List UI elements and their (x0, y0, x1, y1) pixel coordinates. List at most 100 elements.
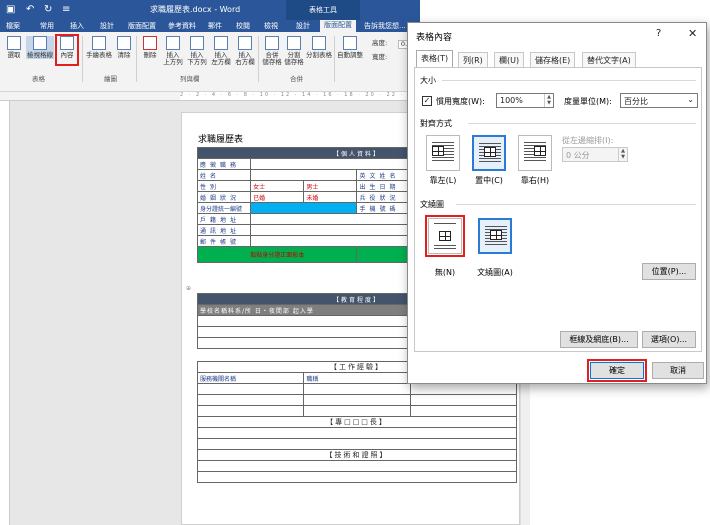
table-cell[interactable] (409, 394, 518, 406)
row-label: 姓名 (196, 169, 252, 181)
group-separator (334, 36, 335, 82)
work-col-title: 職稱 (303, 372, 411, 384)
delete-button[interactable]: 刪除 (140, 36, 160, 59)
table-icon (490, 230, 502, 240)
id-number-cell[interactable] (250, 202, 358, 214)
preferred-width-input[interactable]: 100% ▲ ▼ (496, 93, 554, 108)
option-married[interactable]: 已婚 (250, 191, 305, 203)
split-table-icon (312, 36, 326, 50)
split-table-button[interactable]: 分割表格 (305, 36, 333, 59)
table-cell[interactable] (409, 405, 518, 417)
tab-view[interactable]: 檢視 (264, 21, 278, 31)
height-label: 高度: (372, 39, 388, 47)
table-row[interactable] (197, 471, 517, 483)
size-section-label: 大小 (420, 76, 436, 85)
group-separator (258, 36, 259, 82)
option-female[interactable]: 女士 (250, 180, 305, 192)
borders-shading-button[interactable]: 框線及網底(B)... (560, 331, 638, 348)
tab-design[interactable]: 設計 (100, 21, 114, 31)
tab-insert[interactable]: 插入 (70, 21, 84, 31)
vertical-ruler[interactable] (0, 101, 10, 525)
gridlines-button[interactable]: 檢視格線 (26, 36, 54, 59)
option-single[interactable]: 未婚 (303, 191, 358, 203)
table-cell[interactable] (303, 383, 411, 395)
help-icon[interactable]: ? (656, 28, 661, 39)
table-icon (439, 231, 451, 241)
tab-layout[interactable]: 版面配置 (128, 21, 156, 31)
table-row[interactable] (197, 427, 517, 439)
wrap-around-option[interactable] (478, 218, 512, 254)
align-center-label: 置中(C) (475, 176, 503, 185)
tab-home[interactable]: 常用 (40, 21, 54, 31)
align-right-option[interactable] (518, 135, 552, 171)
tab-row[interactable]: 列(R) (458, 52, 488, 67)
tab-table-layout[interactable]: 版面配置 (320, 20, 356, 32)
align-right-label: 靠右(H) (520, 176, 550, 185)
insert-left-icon (214, 36, 228, 50)
merge-cells-button[interactable]: 合併 儲存格 (262, 36, 282, 66)
draw-table-button[interactable]: 手繪表格 (86, 36, 112, 59)
undo-icon[interactable]: ↶ (26, 4, 34, 15)
table-cell[interactable] (303, 394, 411, 406)
split-cells-button[interactable]: 分割 儲存格 (284, 36, 304, 66)
table-cell[interactable] (409, 383, 518, 395)
select-button[interactable]: 選取 (4, 36, 24, 59)
insert-left-button[interactable]: 插入 左方欄 (210, 36, 232, 66)
section-divider (456, 204, 696, 205)
tab-mailings[interactable]: 郵件 (208, 21, 222, 31)
tab-alt-text[interactable]: 替代文字(A) (582, 52, 636, 67)
section-divider (442, 80, 696, 81)
split-icon (287, 36, 301, 50)
tell-me-box[interactable]: 告訴我您想... (364, 21, 406, 31)
table-cell[interactable] (196, 394, 305, 406)
tab-file[interactable]: 檔案 (6, 21, 20, 31)
row-label: 英文姓名 (356, 169, 411, 181)
horizontal-ruler[interactable]: 2 · 2 · 4 · 6 · 8 · 10 · 12 · 14 · 16 · … (0, 92, 410, 101)
cancel-button[interactable]: 取消 (652, 362, 704, 379)
section-divider (468, 123, 696, 124)
table-row[interactable] (197, 460, 517, 472)
row-label: 應徵職務 (196, 158, 252, 170)
customize-qat-icon[interactable]: ≡ (62, 4, 70, 15)
table-row[interactable] (197, 438, 517, 450)
align-left-option[interactable] (426, 135, 460, 171)
option-male[interactable]: 男士 (303, 180, 358, 192)
eraser-icon (117, 36, 131, 50)
table-cell[interactable] (196, 383, 305, 395)
eraser-button[interactable]: 清除 (114, 36, 134, 59)
spinner-arrows-icon[interactable]: ▲ ▼ (544, 94, 553, 107)
save-icon[interactable]: ▣ (6, 4, 15, 15)
table-move-handle[interactable]: ⊕ (186, 285, 191, 292)
tab-column[interactable]: 欄(U) (494, 52, 525, 67)
tab-references[interactable]: 參考資料 (168, 21, 196, 31)
id-copy-front[interactable]: 黏貼身分證正面影本 (196, 246, 358, 263)
row-label: 戶籍地址 (196, 213, 252, 225)
table-cell[interactable] (196, 405, 305, 417)
group-separator (82, 36, 83, 82)
insert-above-button[interactable]: 插入 上方列 (162, 36, 184, 66)
wrap-none-option[interactable] (425, 215, 465, 257)
cursor-icon (7, 36, 21, 50)
work-col-org: 服務機關名稱 (196, 372, 305, 384)
ruler-scale: 2 · 2 · 4 · 6 · 8 · 10 · 12 · 14 · 16 · … (180, 92, 408, 100)
tab-table-design[interactable]: 設計 (296, 21, 310, 31)
table-cell[interactable] (303, 405, 411, 417)
table-cell[interactable] (250, 169, 358, 181)
close-icon[interactable]: ✕ (688, 27, 697, 40)
align-center-option[interactable] (472, 135, 506, 171)
insert-below-button[interactable]: 插入 下方列 (186, 36, 208, 66)
autofit-button[interactable]: 自動調整 (336, 36, 364, 59)
measure-select[interactable]: 百分比 ⌄ (620, 93, 698, 108)
tab-cell[interactable]: 儲存格(E) (530, 52, 576, 67)
preferred-width-checkbox[interactable]: ✓ (422, 96, 432, 106)
wrap-none-label: 無(N) (434, 268, 456, 277)
delete-icon (143, 36, 157, 50)
redo-icon[interactable]: ↻ (44, 4, 52, 15)
insert-right-icon (238, 36, 252, 50)
tab-table[interactable]: 表格(T) (416, 50, 454, 67)
insert-right-button[interactable]: 插入 右方欄 (234, 36, 256, 66)
tab-review[interactable]: 校閱 (236, 21, 250, 31)
group-draw-label: 繪圖 (104, 75, 117, 83)
position-button[interactable]: 位置(P)... (642, 263, 696, 280)
options-button[interactable]: 選項(O)... (642, 331, 696, 348)
